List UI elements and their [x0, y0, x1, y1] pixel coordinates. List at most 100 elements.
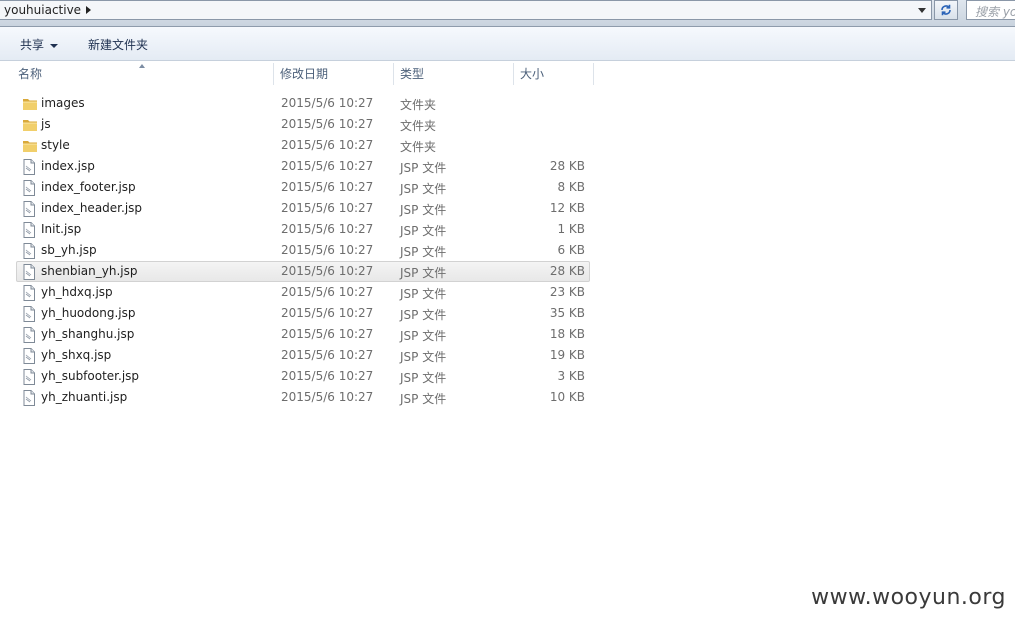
column-header-date[interactable]: 修改日期 [274, 61, 394, 87]
column-headers: 名称 修改日期 类型 大小 [0, 61, 1015, 87]
file-row[interactable]: yh_huodong.jsp 2015/5/6 10:27 JSP 文件 35 KB [16, 303, 590, 324]
file-date: 2015/5/6 10:27 [281, 369, 374, 383]
file-row[interactable]: Init.jsp 2015/5/6 10:27 JSP 文件 1 KB [16, 219, 590, 240]
refresh-button[interactable] [934, 0, 958, 20]
file-type: JSP 文件 [400, 182, 447, 196]
file-size: 23 KB [549, 285, 585, 299]
folder-icon [22, 96, 37, 112]
address-dropdown-icon[interactable] [918, 8, 926, 13]
share-dropdown-icon [50, 43, 59, 48]
file-name: shenbian_yh.jsp [41, 264, 138, 278]
file-icon [22, 285, 36, 301]
file-type: JSP 文件 [400, 224, 447, 238]
file-row[interactable]: index.jsp 2015/5/6 10:27 JSP 文件 28 KB [16, 156, 590, 177]
file-name: style [41, 138, 70, 152]
address-bar: youhuiactive 搜索 yo [0, 0, 1015, 27]
folder-icon [22, 138, 37, 154]
file-date: 2015/5/6 10:27 [281, 159, 374, 173]
file-size: 28 KB [549, 159, 585, 173]
file-type: JSP 文件 [400, 266, 447, 280]
file-type: 文件夹 [400, 119, 437, 133]
search-input[interactable]: 搜索 yo [966, 0, 1015, 20]
file-date: 2015/5/6 10:27 [281, 138, 374, 152]
file-row[interactable]: index_header.jsp 2015/5/6 10:27 JSP 文件 12 K… [16, 198, 590, 219]
column-divider[interactable] [593, 63, 594, 85]
file-icon [22, 243, 36, 259]
file-row[interactable]: style 2015/5/6 10:27 文件夹 [16, 135, 590, 156]
watermark: www.wooyun.org [811, 585, 1006, 610]
new-folder-button[interactable]: 新建文件夹 [88, 36, 148, 53]
file-name: yh_shxq.jsp [41, 348, 112, 362]
file-name: yh_zhuanti.jsp [41, 390, 128, 404]
file-row[interactable]: yh_subfooter.jsp 2015/5/6 10:27 JSP 文件 3 KB [16, 366, 590, 387]
file-name: images [41, 96, 85, 110]
breadcrumb-arrow-icon[interactable] [86, 6, 91, 14]
file-row[interactable]: yh_hdxq.jsp 2015/5/6 10:27 JSP 文件 23 KB [16, 282, 590, 303]
file-type: JSP 文件 [400, 161, 447, 175]
file-icon [22, 306, 36, 322]
file-date: 2015/5/6 10:27 [281, 243, 374, 257]
file-date: 2015/5/6 10:27 [281, 201, 374, 215]
file-name: yh_huodong.jsp [41, 306, 136, 320]
file-row[interactable]: shenbian_yh.jsp 2015/5/6 10:27 JSP 文件 28 KB [16, 261, 590, 282]
file-size: 3 KB [557, 369, 585, 383]
file-name: yh_hdxq.jsp [41, 285, 113, 299]
column-header-type[interactable]: 类型 [394, 61, 514, 87]
file-size: 8 KB [557, 180, 585, 194]
file-icon [22, 348, 36, 364]
file-name: js [41, 117, 51, 131]
file-icon [22, 390, 36, 406]
file-icon [22, 264, 36, 280]
file-row[interactable]: js 2015/5/6 10:27 文件夹 [16, 114, 590, 135]
column-header-size[interactable]: 大小 [514, 61, 594, 87]
address-field[interactable]: youhuiactive [0, 0, 932, 20]
file-size: 1 KB [557, 222, 585, 236]
share-label: 共享 [20, 38, 45, 52]
file-date: 2015/5/6 10:27 [281, 348, 374, 362]
file-type: 文件夹 [400, 140, 437, 154]
file-row[interactable]: images 2015/5/6 10:27 文件夹 [16, 93, 590, 114]
file-name: yh_subfooter.jsp [41, 369, 140, 383]
file-size: 10 KB [549, 390, 585, 404]
file-name: index.jsp [41, 159, 95, 173]
file-icon [22, 369, 36, 385]
file-date: 2015/5/6 10:27 [281, 327, 374, 341]
file-type: JSP 文件 [400, 350, 447, 364]
file-date: 2015/5/6 10:27 [281, 180, 374, 194]
file-type: JSP 文件 [400, 245, 447, 259]
column-header-name[interactable]: 名称 [12, 61, 274, 87]
file-date: 2015/5/6 10:27 [281, 285, 374, 299]
file-row[interactable]: yh_shxq.jsp 2015/5/6 10:27 JSP 文件 19 KB [16, 345, 590, 366]
file-date: 2015/5/6 10:27 [281, 264, 374, 278]
file-type: JSP 文件 [400, 203, 447, 217]
folder-icon [22, 117, 37, 133]
file-size: 35 KB [549, 306, 585, 320]
file-type: JSP 文件 [400, 329, 447, 343]
file-row[interactable]: yh_shanghu.jsp 2015/5/6 10:27 JSP 文件 18 KB [16, 324, 590, 345]
file-row[interactable]: index_footer.jsp 2015/5/6 10:27 JSP 文件 8 KB [16, 177, 590, 198]
file-icon [22, 201, 36, 217]
file-size: 6 KB [557, 243, 585, 257]
file-icon [22, 327, 36, 343]
file-date: 2015/5/6 10:27 [281, 222, 374, 236]
file-date: 2015/5/6 10:27 [281, 96, 374, 110]
file-date: 2015/5/6 10:27 [281, 117, 374, 131]
file-size: 18 KB [549, 327, 585, 341]
breadcrumb-youhuiactive[interactable]: youhuiactive [4, 3, 81, 17]
file-row[interactable]: sb_yh.jsp 2015/5/6 10:27 JSP 文件 6 KB [16, 240, 590, 261]
file-icon [22, 222, 36, 238]
share-button[interactable]: 共享 [20, 36, 59, 53]
file-date: 2015/5/6 10:27 [281, 306, 374, 320]
file-row[interactable]: yh_zhuanti.jsp 2015/5/6 10:27 JSP 文件 10 KB [16, 387, 590, 408]
file-type: JSP 文件 [400, 392, 447, 406]
file-name: index_footer.jsp [41, 180, 136, 194]
file-type: JSP 文件 [400, 308, 447, 322]
refresh-icon [941, 4, 951, 16]
file-name: Init.jsp [41, 222, 82, 236]
command-bar: 共享 新建文件夹 [0, 27, 1015, 61]
file-name: yh_shanghu.jsp [41, 327, 135, 341]
file-size: 19 KB [549, 348, 585, 362]
file-size: 28 KB [549, 264, 585, 278]
search-placeholder: 搜索 yo [975, 5, 1015, 19]
file-type: JSP 文件 [400, 371, 447, 385]
